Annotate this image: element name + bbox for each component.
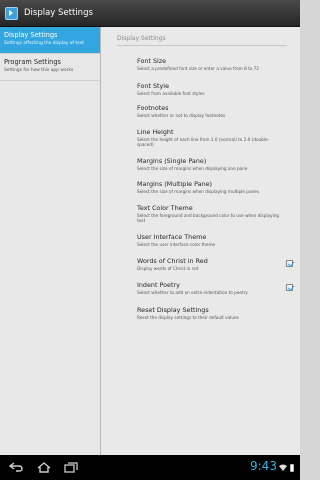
pref-margins-single[interactable]: Margins (Single Pane) Select the size of…: [137, 157, 285, 171]
pref-indent-poetry[interactable]: Indent Poetry Select whether to add an e…: [137, 281, 293, 295]
pref-title: User Interface Theme: [137, 233, 207, 241]
pref-text-color-theme[interactable]: Text Color Theme Select the foreground a…: [137, 204, 285, 224]
header-program-settings[interactable]: Program Settings Settings for how this a…: [0, 54, 100, 81]
pref-summary: Select whether to add an extra indentati…: [137, 290, 248, 295]
pref-summary: Select the size of margins when displayi…: [137, 189, 259, 194]
pref-footnotes[interactable]: Footnotes Select whether or not to displ…: [137, 104, 285, 118]
pref-summary: Select whether or not to display footnot…: [137, 113, 226, 118]
words-of-christ-checkbox[interactable]: [286, 260, 293, 267]
battery-icon: [290, 464, 294, 472]
pref-title: Font Size: [137, 57, 167, 65]
section-title: Display Settings: [117, 35, 287, 46]
action-bar: Display Settings: [0, 0, 300, 27]
pref-summary: Select the size of margins when displayi…: [137, 166, 248, 171]
header-display-settings[interactable]: Display Settings Settings affecting the …: [0, 27, 100, 54]
pref-margins-multiple[interactable]: Margins (Multiple Pane) Select the size …: [137, 180, 285, 194]
settings-headers-pane: Display Settings Settings affecting the …: [0, 27, 101, 455]
pref-summary: Reset the display settings to their defa…: [137, 315, 239, 320]
pref-reset-display[interactable]: Reset Display Settings Reset the display…: [137, 306, 285, 320]
pref-ui-theme[interactable]: User Interface Theme Select the user int…: [137, 233, 285, 247]
pref-summary: Select the user interface color theme: [137, 242, 216, 247]
system-nav-bar: 9:43: [0, 455, 300, 480]
pref-title: Line Height: [137, 128, 174, 136]
wifi-icon: [279, 464, 287, 471]
settings-detail-pane: Display Settings Font Size Select a pred…: [101, 27, 300, 455]
pref-title: Footnotes: [137, 104, 169, 112]
pref-title: Font Style: [137, 82, 169, 90]
pref-summary: Select the height of each line from 1.0 …: [137, 137, 270, 148]
header-title: Program Settings: [4, 58, 61, 66]
header-summary: Settings affecting the display of text: [4, 41, 85, 46]
recent-apps-icon[interactable]: [64, 462, 78, 473]
header-title: Display Settings: [4, 31, 58, 39]
pref-font-size[interactable]: Font Size Select a predefined font size …: [137, 57, 285, 71]
pref-summary: Select from available font styles: [137, 91, 205, 96]
window-title: Display Settings: [24, 8, 93, 18]
pref-line-height[interactable]: Line Height Select the height of each li…: [137, 128, 285, 148]
indent-poetry-checkbox[interactable]: [286, 284, 293, 291]
header-summary: Settings for how this app works: [4, 68, 74, 73]
pref-summary: Display words of Christ in red: [137, 266, 199, 271]
pref-title: Reset Display Settings: [137, 306, 209, 314]
clock: 9:43: [250, 459, 277, 473]
pref-summary: Select the foreground and background col…: [137, 213, 280, 224]
back-icon[interactable]: [9, 462, 23, 472]
home-icon[interactable]: [37, 462, 51, 473]
pref-font-style[interactable]: Font Style Select from available font st…: [137, 82, 285, 96]
pref-title: Words of Christ in Red: [137, 257, 208, 265]
pref-title: Text Color Theme: [137, 204, 193, 212]
pref-title: Indent Poetry: [137, 281, 180, 289]
pref-title: Margins (Multiple Pane): [137, 180, 213, 188]
pref-title: Margins (Single Pane): [137, 157, 207, 165]
app-icon[interactable]: [5, 6, 18, 20]
pref-words-of-christ-red[interactable]: Words of Christ in Red Display words of …: [137, 257, 293, 271]
pref-summary: Select a predefined font size or enter a…: [137, 66, 259, 71]
